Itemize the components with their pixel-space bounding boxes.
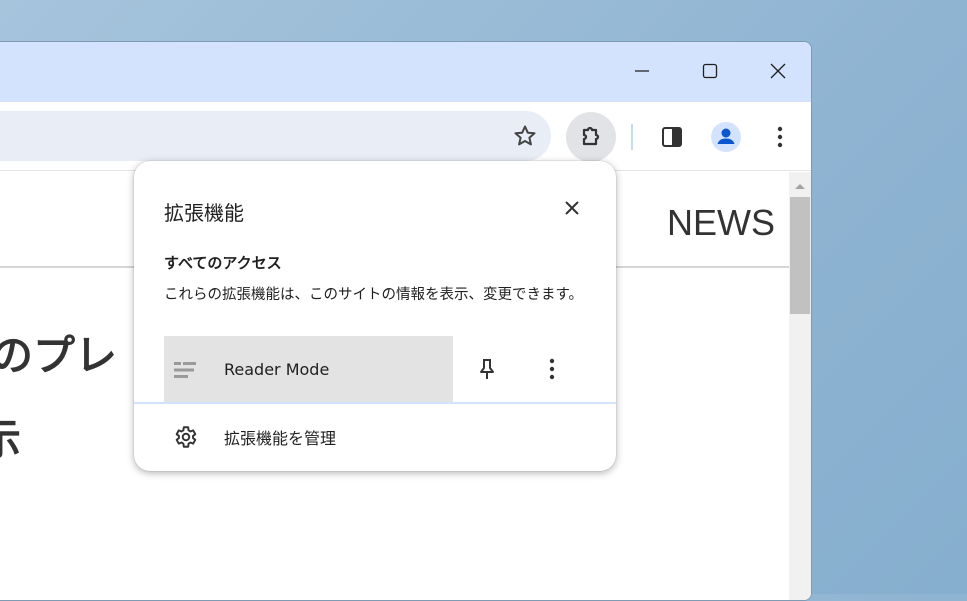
reader-mode-icon: [174, 361, 196, 378]
popup-title: 拡張機能: [164, 201, 244, 225]
close-icon: [770, 63, 786, 79]
close-window-button[interactable]: [763, 56, 793, 86]
side-panel-icon: [662, 127, 682, 147]
extension-item-reader-mode[interactable]: Reader Mode: [164, 336, 453, 403]
extension-more-button[interactable]: [537, 354, 567, 384]
chrome-menu-button[interactable]: [755, 112, 805, 162]
extensions-popup: 拡張機能 すべてのアクセス これらの拡張機能は、このサイトの情報を表示、変更でき…: [134, 161, 616, 471]
maximize-button[interactable]: [695, 56, 725, 86]
minimize-icon: [635, 70, 649, 72]
manage-extensions-label: 拡張機能を管理: [224, 429, 337, 448]
maximize-icon: [702, 63, 718, 79]
section-title: すべてのアクセス: [164, 254, 282, 272]
headline-text-2: 示: [0, 406, 21, 467]
gear-icon: [175, 426, 197, 448]
extension-name: Reader Mode: [224, 360, 330, 379]
close-popup-button[interactable]: [558, 194, 586, 222]
close-icon: [565, 201, 579, 215]
popup-divider: [134, 402, 616, 404]
side-panel-button[interactable]: [647, 112, 697, 162]
section-description: これらの拡張機能は、このサイトの情報を表示、変更できます。: [164, 287, 584, 303]
bookmark-star-button[interactable]: [513, 124, 537, 152]
minimize-button[interactable]: [627, 56, 657, 86]
vertical-scrollbar[interactable]: [789, 172, 811, 600]
scrollbar-thumb[interactable]: [790, 197, 810, 314]
title-bar: [0, 42, 811, 102]
profile-button[interactable]: [701, 112, 751, 162]
more-vert-icon: [549, 358, 555, 380]
menu-icon: [777, 126, 783, 148]
nav-news-link[interactable]: NEWS: [667, 202, 775, 244]
manage-extensions-button[interactable]: 拡張機能を管理: [164, 417, 584, 457]
pin-icon: [480, 359, 494, 379]
extensions-icon: [582, 126, 600, 146]
toolbar-separator: [631, 124, 633, 150]
headline-text: のプレ: [0, 331, 118, 380]
scroll-up-arrow-icon[interactable]: [789, 176, 811, 196]
pin-extension-button[interactable]: [472, 354, 502, 384]
address-bar[interactable]: [0, 111, 551, 161]
extensions-button[interactable]: [566, 112, 616, 162]
star-icon: [514, 125, 536, 146]
profile-avatar-icon: [711, 122, 741, 152]
